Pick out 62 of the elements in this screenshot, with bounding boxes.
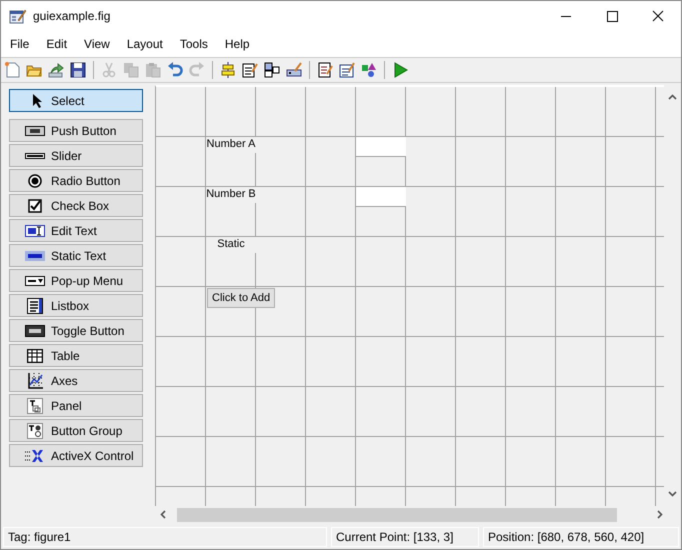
palette-button[interactable]: Table bbox=[9, 344, 143, 367]
scroll-left-icon[interactable] bbox=[160, 510, 166, 519]
palette-button[interactable]: Push Button bbox=[9, 119, 143, 142]
popup-menu-icon bbox=[25, 276, 45, 286]
static-text-icon bbox=[25, 250, 45, 260]
current-point-status: Current Point: [133, 3] bbox=[331, 527, 479, 547]
table-icon bbox=[27, 348, 43, 362]
input-field[interactable] bbox=[356, 187, 406, 207]
slider-icon bbox=[25, 152, 45, 158]
palette-button[interactable]: Axes bbox=[9, 369, 143, 392]
palette-button[interactable]: Toggle Button bbox=[9, 319, 143, 342]
menu-item[interactable]: Edit bbox=[38, 37, 76, 51]
palette-button[interactable]: Edit Text bbox=[9, 219, 143, 242]
shapes-icon[interactable] bbox=[361, 62, 377, 78]
palette-button[interactable]: Button Group bbox=[9, 419, 143, 442]
palette-button[interactable]: Pop-up Menu bbox=[9, 269, 143, 292]
checkbox-icon bbox=[28, 198, 42, 212]
window-title: guiexample.fig bbox=[33, 9, 112, 23]
menu-item[interactable]: Layout bbox=[118, 37, 172, 51]
input-field[interactable] bbox=[356, 137, 406, 157]
menu-editor-icon[interactable] bbox=[242, 62, 258, 78]
palette-button[interactable]: Listbox bbox=[9, 294, 143, 317]
tab-order-icon[interactable] bbox=[264, 62, 280, 78]
axes-icon bbox=[27, 372, 43, 388]
palette-button[interactable]: Static Text bbox=[9, 244, 143, 267]
palette-button[interactable]: Radio Button bbox=[9, 169, 143, 192]
scroll-down-icon[interactable] bbox=[668, 491, 677, 497]
palette-button[interactable]: Select bbox=[9, 89, 143, 112]
palette-button[interactable]: Check Box bbox=[9, 194, 143, 217]
undo-icon[interactable] bbox=[167, 62, 183, 78]
menu-item[interactable]: Tools bbox=[172, 37, 217, 51]
figure-icon bbox=[9, 8, 27, 24]
scrollbar-thumb[interactable] bbox=[177, 508, 617, 522]
static-label: Number A bbox=[206, 137, 256, 153]
radio-icon bbox=[28, 174, 42, 188]
static-label: Number B bbox=[206, 187, 256, 203]
listbox-icon bbox=[27, 298, 43, 314]
align-icon[interactable] bbox=[220, 62, 236, 78]
palette-button[interactable]: Panel bbox=[9, 394, 143, 417]
export-icon[interactable] bbox=[48, 62, 64, 78]
add-button[interactable]: Click to Add bbox=[207, 288, 276, 308]
palette-button[interactable]: ActiveX Control bbox=[9, 444, 143, 467]
run-icon[interactable] bbox=[392, 62, 408, 78]
palette-button[interactable]: Slider bbox=[9, 144, 143, 167]
push-button-icon bbox=[25, 126, 45, 136]
activex-icon bbox=[25, 448, 45, 464]
new-file-icon[interactable] bbox=[4, 62, 20, 78]
position-status: Position: [680, 678, 560, 420] bbox=[483, 527, 679, 547]
scroll-right-icon[interactable] bbox=[657, 510, 663, 519]
tag-status: Tag: figure1 bbox=[3, 527, 327, 547]
scroll-up-icon[interactable] bbox=[668, 94, 677, 100]
panel-icon bbox=[27, 398, 43, 414]
property-inspector-icon[interactable] bbox=[339, 62, 355, 78]
menu-item[interactable]: View bbox=[76, 37, 119, 51]
toggle-button-icon bbox=[25, 324, 45, 336]
edit-text-icon bbox=[25, 224, 45, 236]
menu-item[interactable]: Help bbox=[216, 37, 259, 51]
menu-item[interactable]: File bbox=[2, 37, 38, 51]
pointer-icon bbox=[32, 92, 44, 108]
button-group-icon bbox=[27, 422, 43, 438]
toolbar-editor-icon[interactable] bbox=[286, 62, 302, 78]
editor-icon[interactable] bbox=[317, 62, 333, 78]
